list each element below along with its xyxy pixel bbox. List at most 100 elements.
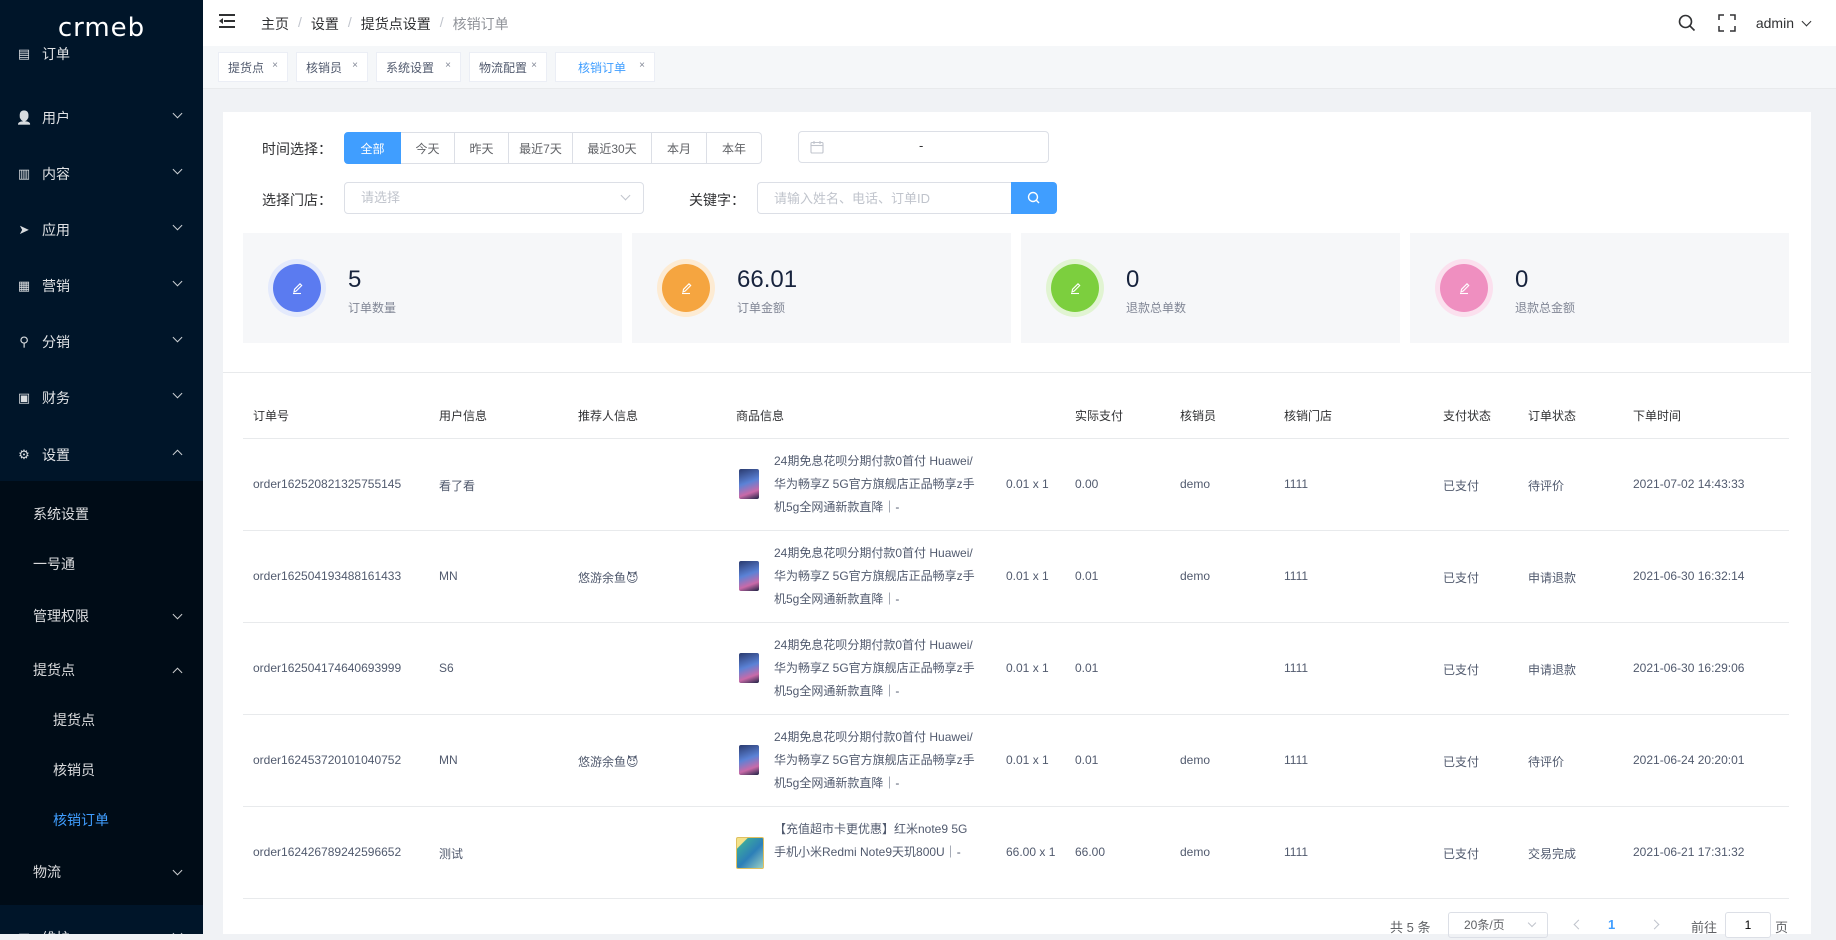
cell-order-status: 待评价: [1528, 755, 1565, 769]
close-icon[interactable]: ×: [445, 60, 451, 71]
column-header-6: 核销门店: [1284, 409, 1333, 423]
sidebar-item-group-4[interactable]: ⚲ 分销: [0, 314, 203, 370]
search-icon[interactable]: [1676, 12, 1698, 34]
page-size-value: 20条/页: [1464, 918, 1505, 932]
column-header-3: 商品信息: [736, 409, 785, 423]
cell-paid: 0.01: [1075, 569, 1099, 583]
chevron-down-icon: [620, 190, 631, 201]
table-row[interactable]: order162426789242596652 测试 66.00 x 1 66.00 d…: [243, 807, 1789, 899]
stat-card-2: 0 退款总单数: [1021, 233, 1400, 343]
sidebar-subitem-0[interactable]: 系统设置: [0, 489, 203, 539]
sidebar-item-group-6[interactable]: ⚙ 设置: [0, 427, 203, 483]
breadcrumb-item-2[interactable]: 提货点设置: [361, 14, 431, 34]
close-icon[interactable]: ×: [272, 60, 278, 71]
page-number-1[interactable]: 1: [1608, 917, 1615, 932]
column-header-7: 支付状态: [1443, 409, 1492, 423]
search-button[interactable]: [1011, 182, 1057, 214]
sidebar-subitem-label: 提货点: [33, 662, 75, 678]
search-icon: [1027, 191, 1040, 204]
column-header-8: 订单状态: [1528, 409, 1577, 423]
sidebar-subitem-3[interactable]: 提货点: [0, 645, 203, 695]
cell-order-no: order162504174640693999: [253, 661, 402, 675]
sidebar-item-order[interactable]: ▤ 订单: [0, 38, 203, 70]
stat-label: 退款总单数: [1126, 301, 1187, 315]
maintain-icon: ▤: [16, 930, 32, 934]
time-option-3[interactable]: 最近7天: [509, 132, 573, 164]
sidebar-subitem-5[interactable]: 核销员: [0, 745, 203, 795]
cell-time: 2021-06-24 20:20:01: [1633, 753, 1745, 767]
wallet-icon: ▣: [17, 390, 31, 405]
sidebar-item-group-1[interactable]: ▥ 内容: [0, 146, 203, 202]
sidebar-item-label: 维护: [42, 928, 70, 934]
menu-toggle-icon[interactable]: [219, 12, 239, 32]
table-row[interactable]: order162504193488161433 MN 悠游余鱼😈 0.01 x 1 0.…: [243, 531, 1789, 623]
tab-0[interactable]: 提货点 ×: [218, 52, 288, 82]
close-icon[interactable]: ×: [639, 60, 645, 71]
tab-2[interactable]: 系统设置 ×: [376, 52, 461, 82]
sidebar-subitem-4[interactable]: 提货点: [0, 695, 203, 745]
tab-label: 提货点: [228, 60, 265, 75]
date-range-separator: -: [919, 138, 924, 153]
time-option-6[interactable]: 本年: [707, 132, 762, 164]
edit-icon: [662, 264, 710, 312]
sidebar-subitem-label: 核销员: [53, 762, 95, 778]
prev-page-button[interactable]: [1568, 916, 1586, 934]
sidebar-subitem-2[interactable]: 管理权限: [0, 591, 203, 641]
chart-icon: ▦: [17, 278, 31, 293]
tab-3[interactable]: 物流配置 ×: [469, 52, 547, 82]
next-page-button[interactable]: [1647, 916, 1665, 934]
close-icon[interactable]: ×: [531, 60, 537, 71]
sidebar-subitem-6[interactable]: 核销订单: [0, 795, 203, 845]
sidebar-subitem-1[interactable]: 一号通: [0, 539, 203, 589]
product-image[interactable]: [739, 469, 759, 499]
goto-page-input[interactable]: [1725, 912, 1771, 938]
keyword-input[interactable]: [757, 182, 1011, 214]
stat-label: 订单金额: [737, 301, 786, 315]
chevron-down-icon: [172, 609, 183, 620]
time-option-5[interactable]: 本月: [652, 132, 707, 164]
breadcrumb-item-1[interactable]: 设置: [311, 14, 339, 34]
product-name: 【充值超市卡更优惠】红米note9 5G手机小米Redmi Note9天玑800…: [774, 822, 968, 859]
date-range-picker[interactable]: -: [798, 131, 1049, 163]
product-image[interactable]: [739, 561, 759, 591]
sidebar-subitem-7[interactable]: 物流: [0, 847, 203, 897]
product-image[interactable]: [739, 653, 759, 683]
stat-value: 5: [348, 266, 362, 293]
tab-4[interactable]: 核销订单 ×: [555, 52, 655, 82]
orders-table: 订单号 用户信息 推荐人信息 商品信息 实际支付 核销员 核销门店 支付状态 订单状态 下单时间 …: [243, 390, 1789, 899]
time-option-4[interactable]: 最近30天: [573, 132, 652, 164]
cell-paid: 0.00: [1075, 477, 1099, 491]
stat-card-3: 0 退款总金额: [1410, 233, 1789, 343]
sidebar-item-group-2[interactable]: ➤ 应用: [0, 202, 203, 258]
sidebar-item-group-3[interactable]: ▦ 营销: [0, 258, 203, 314]
product-image[interactable]: [736, 837, 764, 869]
store-select[interactable]: 请选择: [344, 182, 644, 214]
table-row[interactable]: order162504174640693999 S6 0.01 x 1 0.01 111…: [243, 623, 1789, 715]
fullscreen-icon[interactable]: [1716, 12, 1738, 34]
cell-store: 1111: [1284, 477, 1309, 491]
user-menu[interactable]: admin: [1756, 15, 1812, 31]
tab-1[interactable]: 核销员 ×: [296, 52, 368, 82]
table-row[interactable]: order162520821325755145 看了看 0.01 x 1 0.00 de…: [243, 439, 1789, 531]
page-size-select[interactable]: 20条/页: [1448, 912, 1548, 938]
cell-time: 2021-06-30 16:32:14: [1633, 569, 1745, 583]
time-option-0[interactable]: 全部: [344, 132, 401, 164]
cell-paid: 0.01: [1075, 753, 1099, 767]
table-row[interactable]: order162453720101040752 MN 悠游余鱼😈 0.01 x 1 0.…: [243, 715, 1789, 807]
time-option-1[interactable]: 今天: [401, 132, 455, 164]
time-option-2[interactable]: 昨天: [455, 132, 509, 164]
sidebar-item-maintain[interactable]: ▤ 维护: [0, 910, 203, 934]
column-header-1: 用户信息: [439, 409, 488, 423]
sidebar-item-label: 营销: [42, 278, 70, 294]
close-icon[interactable]: ×: [352, 60, 358, 71]
sidebar-subitem-label: 提货点: [53, 712, 95, 728]
keyword-label: 关键字：: [689, 192, 745, 208]
product-image[interactable]: [739, 745, 759, 775]
time-filter-label: 时间选择：: [262, 141, 332, 157]
sidebar-item-group-0[interactable]: 👤 用户: [0, 90, 203, 146]
sidebar-item-label: 内容: [42, 166, 70, 182]
paper-plane-icon: ➤: [18, 222, 30, 237]
cell-pay-status: 已支付: [1443, 571, 1480, 585]
sidebar-item-group-5[interactable]: ▣ 财务: [0, 370, 203, 426]
breadcrumb-item-0[interactable]: 主页: [261, 14, 289, 34]
